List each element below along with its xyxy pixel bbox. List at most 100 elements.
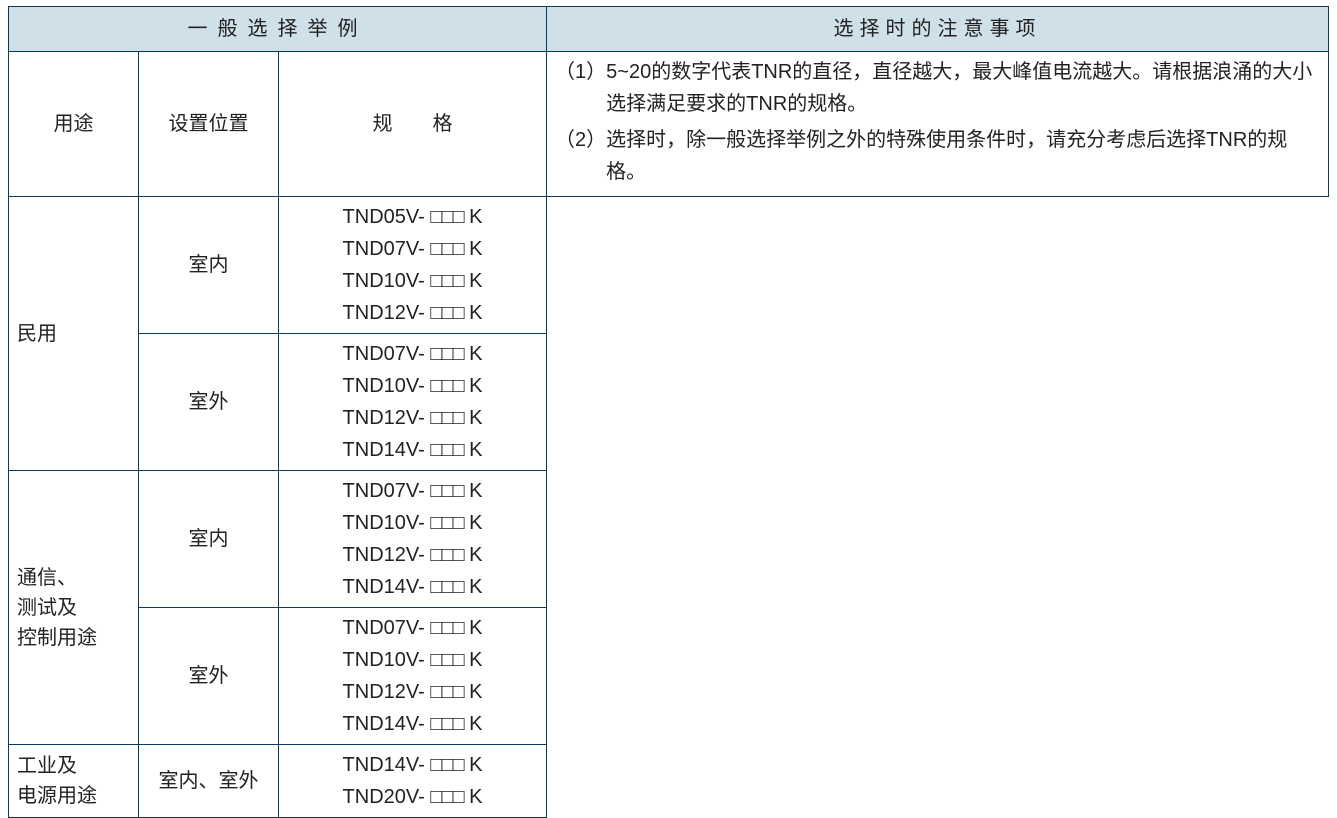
spec-line: TND14V- □□□ K xyxy=(287,749,538,781)
spec-k: K xyxy=(464,343,483,365)
location-cell: 室内 xyxy=(139,471,279,608)
spec-line: TND12V- □□□ K xyxy=(287,402,538,434)
spec-k: K xyxy=(464,576,483,598)
header-left: 一般选择举例 xyxy=(9,7,547,52)
spec-k: K xyxy=(464,375,483,397)
header-left-text: 一般选择举例 xyxy=(188,18,368,40)
location-cell: 室外 xyxy=(139,608,279,745)
spec-line: TND14V- □□□ K xyxy=(287,571,538,603)
spec-k: K xyxy=(464,480,483,502)
spec-k: K xyxy=(464,681,483,703)
table-row: 工业及电源用途室内、室外TND14V- □□□ KTND20V- □□□ K xyxy=(9,745,1329,818)
spec-k: K xyxy=(464,302,483,324)
spec-boxes: □□□ xyxy=(430,544,463,566)
location-cell: 室内、室外 xyxy=(139,745,279,818)
note-item: （1）5~20的数字代表TNR的直径，直径越大，最大峰值电流越大。请根据浪涌的大… xyxy=(555,56,1320,120)
selection-table: 一般选择举例 选择时的注意事项 用途 设置位置 规 格 （1）5~20的数字代表… xyxy=(8,6,1329,818)
notes-container: （1）5~20的数字代表TNR的直径，直径越大，最大峰值电流越大。请根据浪涌的大… xyxy=(555,56,1320,188)
spec-line: TND14V- □□□ K xyxy=(287,434,538,466)
note-number: （1） xyxy=(555,56,606,120)
note-item: （2）选择时，除一般选择举例之外的特殊使用条件时，请充分考虑后选择TNR的规格。 xyxy=(555,124,1320,188)
spec-line: TND20V- □□□ K xyxy=(287,781,538,813)
spec-line: TND07V- □□□ K xyxy=(287,233,538,265)
spec-boxes: □□□ xyxy=(430,786,463,808)
spec-boxes: □□□ xyxy=(430,480,463,502)
spec-boxes: □□□ xyxy=(430,681,463,703)
spec-boxes: □□□ xyxy=(430,270,463,292)
table-row: 室外TND07V- □□□ KTND10V- □□□ KTND12V- □□□ … xyxy=(9,608,1329,745)
spec-k: K xyxy=(464,206,483,228)
spec-cell: TND07V- □□□ KTND10V- □□□ KTND12V- □□□ KT… xyxy=(279,334,547,471)
spec-line: TND10V- □□□ K xyxy=(287,370,538,402)
spec-line: TND10V- □□□ K xyxy=(287,265,538,297)
spec-boxes: □□□ xyxy=(430,617,463,639)
note-number: （2） xyxy=(555,124,606,188)
spec-boxes: □□□ xyxy=(430,713,463,735)
spec-prefix: TND12V- xyxy=(343,407,431,429)
spec-line: TND10V- □□□ K xyxy=(287,644,538,676)
subheader-spec: 规 格 xyxy=(279,52,547,197)
spec-prefix: TND14V- xyxy=(343,754,431,776)
spec-k: K xyxy=(464,617,483,639)
table-body: 民用室内TND05V- □□□ KTND07V- □□□ KTND10V- □□… xyxy=(9,197,1329,818)
spec-k: K xyxy=(464,544,483,566)
spec-boxes: □□□ xyxy=(430,576,463,598)
spec-line: TND12V- □□□ K xyxy=(287,676,538,708)
spec-line: TND12V- □□□ K xyxy=(287,539,538,571)
usage-cell: 民用 xyxy=(9,197,139,471)
spec-prefix: TND07V- xyxy=(343,238,431,260)
spec-boxes: □□□ xyxy=(430,238,463,260)
spec-boxes: □□□ xyxy=(430,649,463,671)
spec-k: K xyxy=(464,754,483,776)
spec-k: K xyxy=(464,649,483,671)
spec-prefix: TND10V- xyxy=(343,649,431,671)
spec-k: K xyxy=(464,439,483,461)
header-right: 选择时的注意事项 xyxy=(547,7,1329,52)
spec-prefix: TND10V- xyxy=(343,512,431,534)
spec-line: TND07V- □□□ K xyxy=(287,338,538,370)
spec-boxes: □□□ xyxy=(430,754,463,776)
spec-k: K xyxy=(464,407,483,429)
usage-cell: 通信、测试及控制用途 xyxy=(9,471,139,745)
spec-line: TND07V- □□□ K xyxy=(287,475,538,507)
header-right-text: 选择时的注意事项 xyxy=(834,18,1042,40)
spec-line: TND12V- □□□ K xyxy=(287,297,538,329)
page-container: 一般选择举例 选择时的注意事项 用途 设置位置 规 格 （1）5~20的数字代表… xyxy=(0,0,1337,682)
spec-prefix: TND12V- xyxy=(343,544,431,566)
spec-prefix: TND14V- xyxy=(343,439,431,461)
location-cell: 室外 xyxy=(139,334,279,471)
spec-prefix: TND10V- xyxy=(343,375,431,397)
header-row-2: 用途 设置位置 规 格 （1）5~20的数字代表TNR的直径，直径越大，最大峰值… xyxy=(9,52,1329,197)
spec-boxes: □□□ xyxy=(430,512,463,534)
spec-boxes: □□□ xyxy=(430,302,463,324)
spec-prefix: TND20V- xyxy=(343,786,431,808)
spec-cell: TND07V- □□□ KTND10V- □□□ KTND12V- □□□ KT… xyxy=(279,608,547,745)
spec-prefix: TND10V- xyxy=(343,270,431,292)
note-text: 选择时，除一般选择举例之外的特殊使用条件时，请充分考虑后选择TNR的规格。 xyxy=(606,124,1320,188)
spec-boxes: □□□ xyxy=(430,407,463,429)
spec-line: TND14V- □□□ K xyxy=(287,708,538,740)
spec-boxes: □□□ xyxy=(430,343,463,365)
spec-line: TND07V- □□□ K xyxy=(287,612,538,644)
spec-prefix: TND07V- xyxy=(343,480,431,502)
spec-cell: TND05V- □□□ KTND07V- □□□ KTND10V- □□□ KT… xyxy=(279,197,547,334)
spec-prefix: TND12V- xyxy=(343,681,431,703)
spec-boxes: □□□ xyxy=(430,206,463,228)
spec-k: K xyxy=(464,713,483,735)
table-row: 室外TND07V- □□□ KTND10V- □□□ KTND12V- □□□ … xyxy=(9,334,1329,471)
spec-k: K xyxy=(464,786,483,808)
spec-prefix: TND05V- xyxy=(343,206,431,228)
subheader-usage: 用途 xyxy=(9,52,139,197)
spec-line: TND05V- □□□ K xyxy=(287,201,538,233)
usage-cell: 工业及电源用途 xyxy=(9,745,139,818)
table-row: 民用室内TND05V- □□□ KTND07V- □□□ KTND10V- □□… xyxy=(9,197,1329,334)
spec-k: K xyxy=(464,270,483,292)
note-text: 5~20的数字代表TNR的直径，直径越大，最大峰值电流越大。请根据浪涌的大小选择… xyxy=(606,56,1320,120)
header-row-1: 一般选择举例 选择时的注意事项 xyxy=(9,7,1329,52)
spec-prefix: TND07V- xyxy=(343,617,431,639)
spec-cell: TND14V- □□□ KTND20V- □□□ K xyxy=(279,745,547,818)
spec-k: K xyxy=(464,238,483,260)
notes-cell: （1）5~20的数字代表TNR的直径，直径越大，最大峰值电流越大。请根据浪涌的大… xyxy=(547,52,1329,197)
spec-prefix: TND14V- xyxy=(343,713,431,735)
spec-prefix: TND14V- xyxy=(343,576,431,598)
